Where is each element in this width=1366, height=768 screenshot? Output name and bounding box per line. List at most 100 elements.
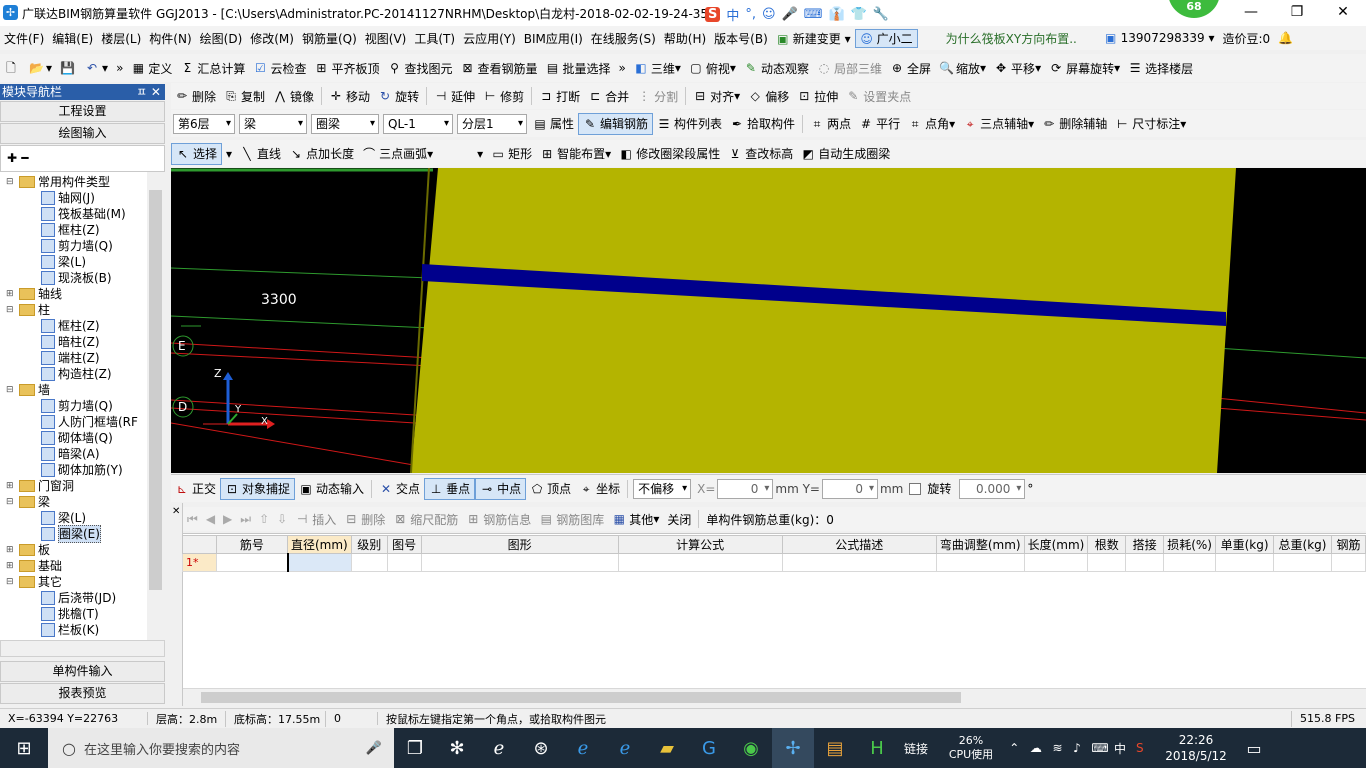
line-button[interactable]: ╲ 直线: [236, 143, 285, 165]
tray-volume-icon[interactable]: ♪: [1073, 741, 1081, 755]
break-button[interactable]: ⊐ 打断: [535, 85, 584, 107]
tree-folder[interactable]: ⊞ 门窗洞: [6, 478, 74, 494]
open-file-button[interactable]: 📂 ▾: [25, 57, 56, 79]
expand-icon[interactable]: ⊞: [6, 558, 16, 574]
tray-sogou-icon[interactable]: S: [1136, 741, 1158, 755]
cell-rebar-no[interactable]: [215, 553, 289, 572]
h-app-icon[interactable]: H: [856, 728, 898, 768]
tree-item[interactable]: 砌体加筋(Y): [38, 462, 123, 478]
expand-icon[interactable]: ⊞: [6, 542, 16, 558]
dimension-button[interactable]: ⊢ 尺寸标注 ▾: [1111, 113, 1190, 135]
view-rebar-qty-button[interactable]: ⊠ 查看钢筋量: [456, 57, 541, 79]
col-figure-no[interactable]: 图号: [386, 535, 422, 554]
tree-folder[interactable]: ⊞ 轴线: [6, 286, 62, 302]
stretch-button[interactable]: ⊡ 拉伸: [793, 85, 842, 107]
next-record-button[interactable]: ▶: [219, 508, 236, 530]
batch-select-button[interactable]: ▤ 批量选择: [542, 57, 615, 79]
point-angle-button[interactable]: ⌗ 点角 ▾: [904, 113, 959, 135]
new-file-button[interactable]: 🗋: [0, 57, 25, 79]
glodon-app-icon[interactable]: ✢: [772, 728, 814, 768]
cell-formula[interactable]: [617, 553, 783, 572]
dynamic-observe-button[interactable]: ✎ 动态观察: [740, 57, 813, 79]
tree-item[interactable]: 砌体墙(Q): [38, 430, 113, 446]
tree-folder[interactable]: ⊟ 常用构件类型: [6, 174, 110, 190]
cell-total-weight[interactable]: [1273, 553, 1332, 572]
set-grip-button[interactable]: ✎ 设置夹点: [842, 85, 915, 107]
first-record-button[interactable]: ⏮: [183, 508, 202, 530]
cpu-usage[interactable]: 26% CPU使用: [938, 734, 1004, 762]
point-length-button[interactable]: ↘ 点加长度: [285, 143, 358, 165]
move-button[interactable]: ✛ 移动: [325, 85, 374, 107]
col-shape[interactable]: 图形: [420, 535, 619, 554]
tree-item[interactable]: 暗梁(A): [38, 446, 100, 462]
tree-folder[interactable]: ⊞ 板: [6, 542, 50, 558]
col-bend-adjust[interactable]: 弯曲调整(mm): [935, 535, 1025, 554]
tray-people-icon[interactable]: ☁: [1030, 741, 1042, 755]
menu-bim[interactable]: BIM应用(I): [520, 30, 587, 47]
tree-item[interactable]: 梁(L): [38, 254, 86, 270]
fan-app-icon[interactable]: ✻: [436, 728, 478, 768]
ime-tools-icon[interactable]: 🔧: [873, 7, 889, 22]
faq-link[interactable]: 为什么筏板XY方向布置..: [942, 30, 1092, 47]
tree-item[interactable]: 轴网(J): [38, 190, 95, 206]
tray-up-arrow-icon[interactable]: ⌃: [1009, 741, 1019, 755]
col-total-weight[interactable]: 总重(kg): [1273, 535, 1332, 554]
tree-scrollbar[interactable]: [147, 172, 164, 640]
ortho-toggle[interactable]: ⊾ 正交: [171, 478, 220, 500]
toolbar-overflow-2[interactable]: »: [615, 57, 630, 79]
rotate-checkbox[interactable]: [909, 482, 922, 495]
tree-folder[interactable]: ⊟ 柱: [6, 302, 50, 318]
single-component-input-button[interactable]: 单构件输入: [0, 661, 165, 682]
close-button[interactable]: ✕: [1320, 0, 1366, 26]
tree-item[interactable]: 挑檐(T): [38, 606, 99, 622]
expand-icon[interactable]: ⊞: [6, 478, 16, 494]
select-dropdown[interactable]: ▾: [222, 143, 236, 165]
menu-cloud[interactable]: 云应用(Y): [459, 30, 520, 47]
align-button[interactable]: ⊟ 对齐 ▾: [689, 85, 744, 107]
project-settings-button[interactable]: 工程设置: [0, 101, 165, 122]
rebar-library-button[interactable]: ▤ 钢筋图库: [535, 508, 608, 530]
move-down-button[interactable]: ⇩: [273, 508, 291, 530]
file-explorer-icon[interactable]: ▰: [646, 728, 688, 768]
panel-pin-close[interactable]: ㅍ ✕: [136, 84, 161, 100]
tree-item[interactable]: 暗柱(Z): [38, 334, 100, 350]
rebar-info-button[interactable]: ⊞ 钢筋信息: [462, 508, 535, 530]
align-slab-top-button[interactable]: ⊞ 平齐板顶: [310, 57, 383, 79]
tray-wifi-icon[interactable]: ≋: [1052, 741, 1062, 755]
tree-item[interactable]: 端柱(Z): [38, 350, 100, 366]
score-badge[interactable]: 68: [1168, 0, 1220, 18]
tree-item[interactable]: 现浇板(B): [38, 270, 112, 286]
menu-tools[interactable]: 工具(T): [410, 30, 459, 47]
row-number[interactable]: 1*: [182, 553, 217, 572]
edge-icon[interactable]: ℯ: [562, 728, 604, 768]
start-button[interactable]: ⊞: [0, 728, 48, 768]
tree-item[interactable]: 后浇带(JD): [38, 590, 116, 606]
cell-loss[interactable]: [1163, 553, 1217, 572]
menu-help[interactable]: 帮助(H): [660, 30, 710, 47]
g-app-icon[interactable]: G: [688, 728, 730, 768]
col-loss[interactable]: 损耗(%): [1163, 535, 1217, 554]
ime-emoji-icon[interactable]: ☺: [762, 7, 776, 22]
tree-folder[interactable]: ⊟ 墙: [6, 382, 50, 398]
select-floor-button[interactable]: ☰ 选择楼层: [1124, 57, 1197, 79]
cell-length[interactable]: [1023, 553, 1089, 572]
sogou-icon[interactable]: S: [705, 6, 721, 22]
component-type-select[interactable]: 梁: [239, 113, 307, 134]
swirl-app-icon[interactable]: ⊛: [520, 728, 562, 768]
check-elevation-button[interactable]: ⊻ 查改标高: [724, 143, 797, 165]
define-button[interactable]: ▦ 定义: [127, 57, 176, 79]
menu-guangxiaoer[interactable]: ☺ 广小二: [854, 28, 918, 48]
last-record-button[interactable]: ⏭: [236, 508, 255, 530]
col-count[interactable]: 根数: [1087, 535, 1127, 554]
tray-keyboard-icon[interactable]: ⌨: [1091, 741, 1108, 755]
tree-item[interactable]: 剪力墙(Q): [38, 398, 113, 414]
tree-item[interactable]: 剪力墙(Q): [38, 238, 113, 254]
rebar-hscrollbar-thumb[interactable]: [201, 692, 961, 703]
ime-lang-icon[interactable]: 中: [726, 5, 739, 24]
mirror-button[interactable]: ⋀ 镜像: [269, 85, 318, 107]
component-subtype-select[interactable]: 圈梁: [311, 113, 379, 134]
drawing-input-button[interactable]: 绘图输入: [0, 123, 165, 144]
ime-keyboard-icon[interactable]: ⌨: [804, 7, 823, 22]
ie-icon[interactable]: ℯ: [604, 728, 646, 768]
extend-button[interactable]: ⊣ 延伸: [430, 85, 479, 107]
